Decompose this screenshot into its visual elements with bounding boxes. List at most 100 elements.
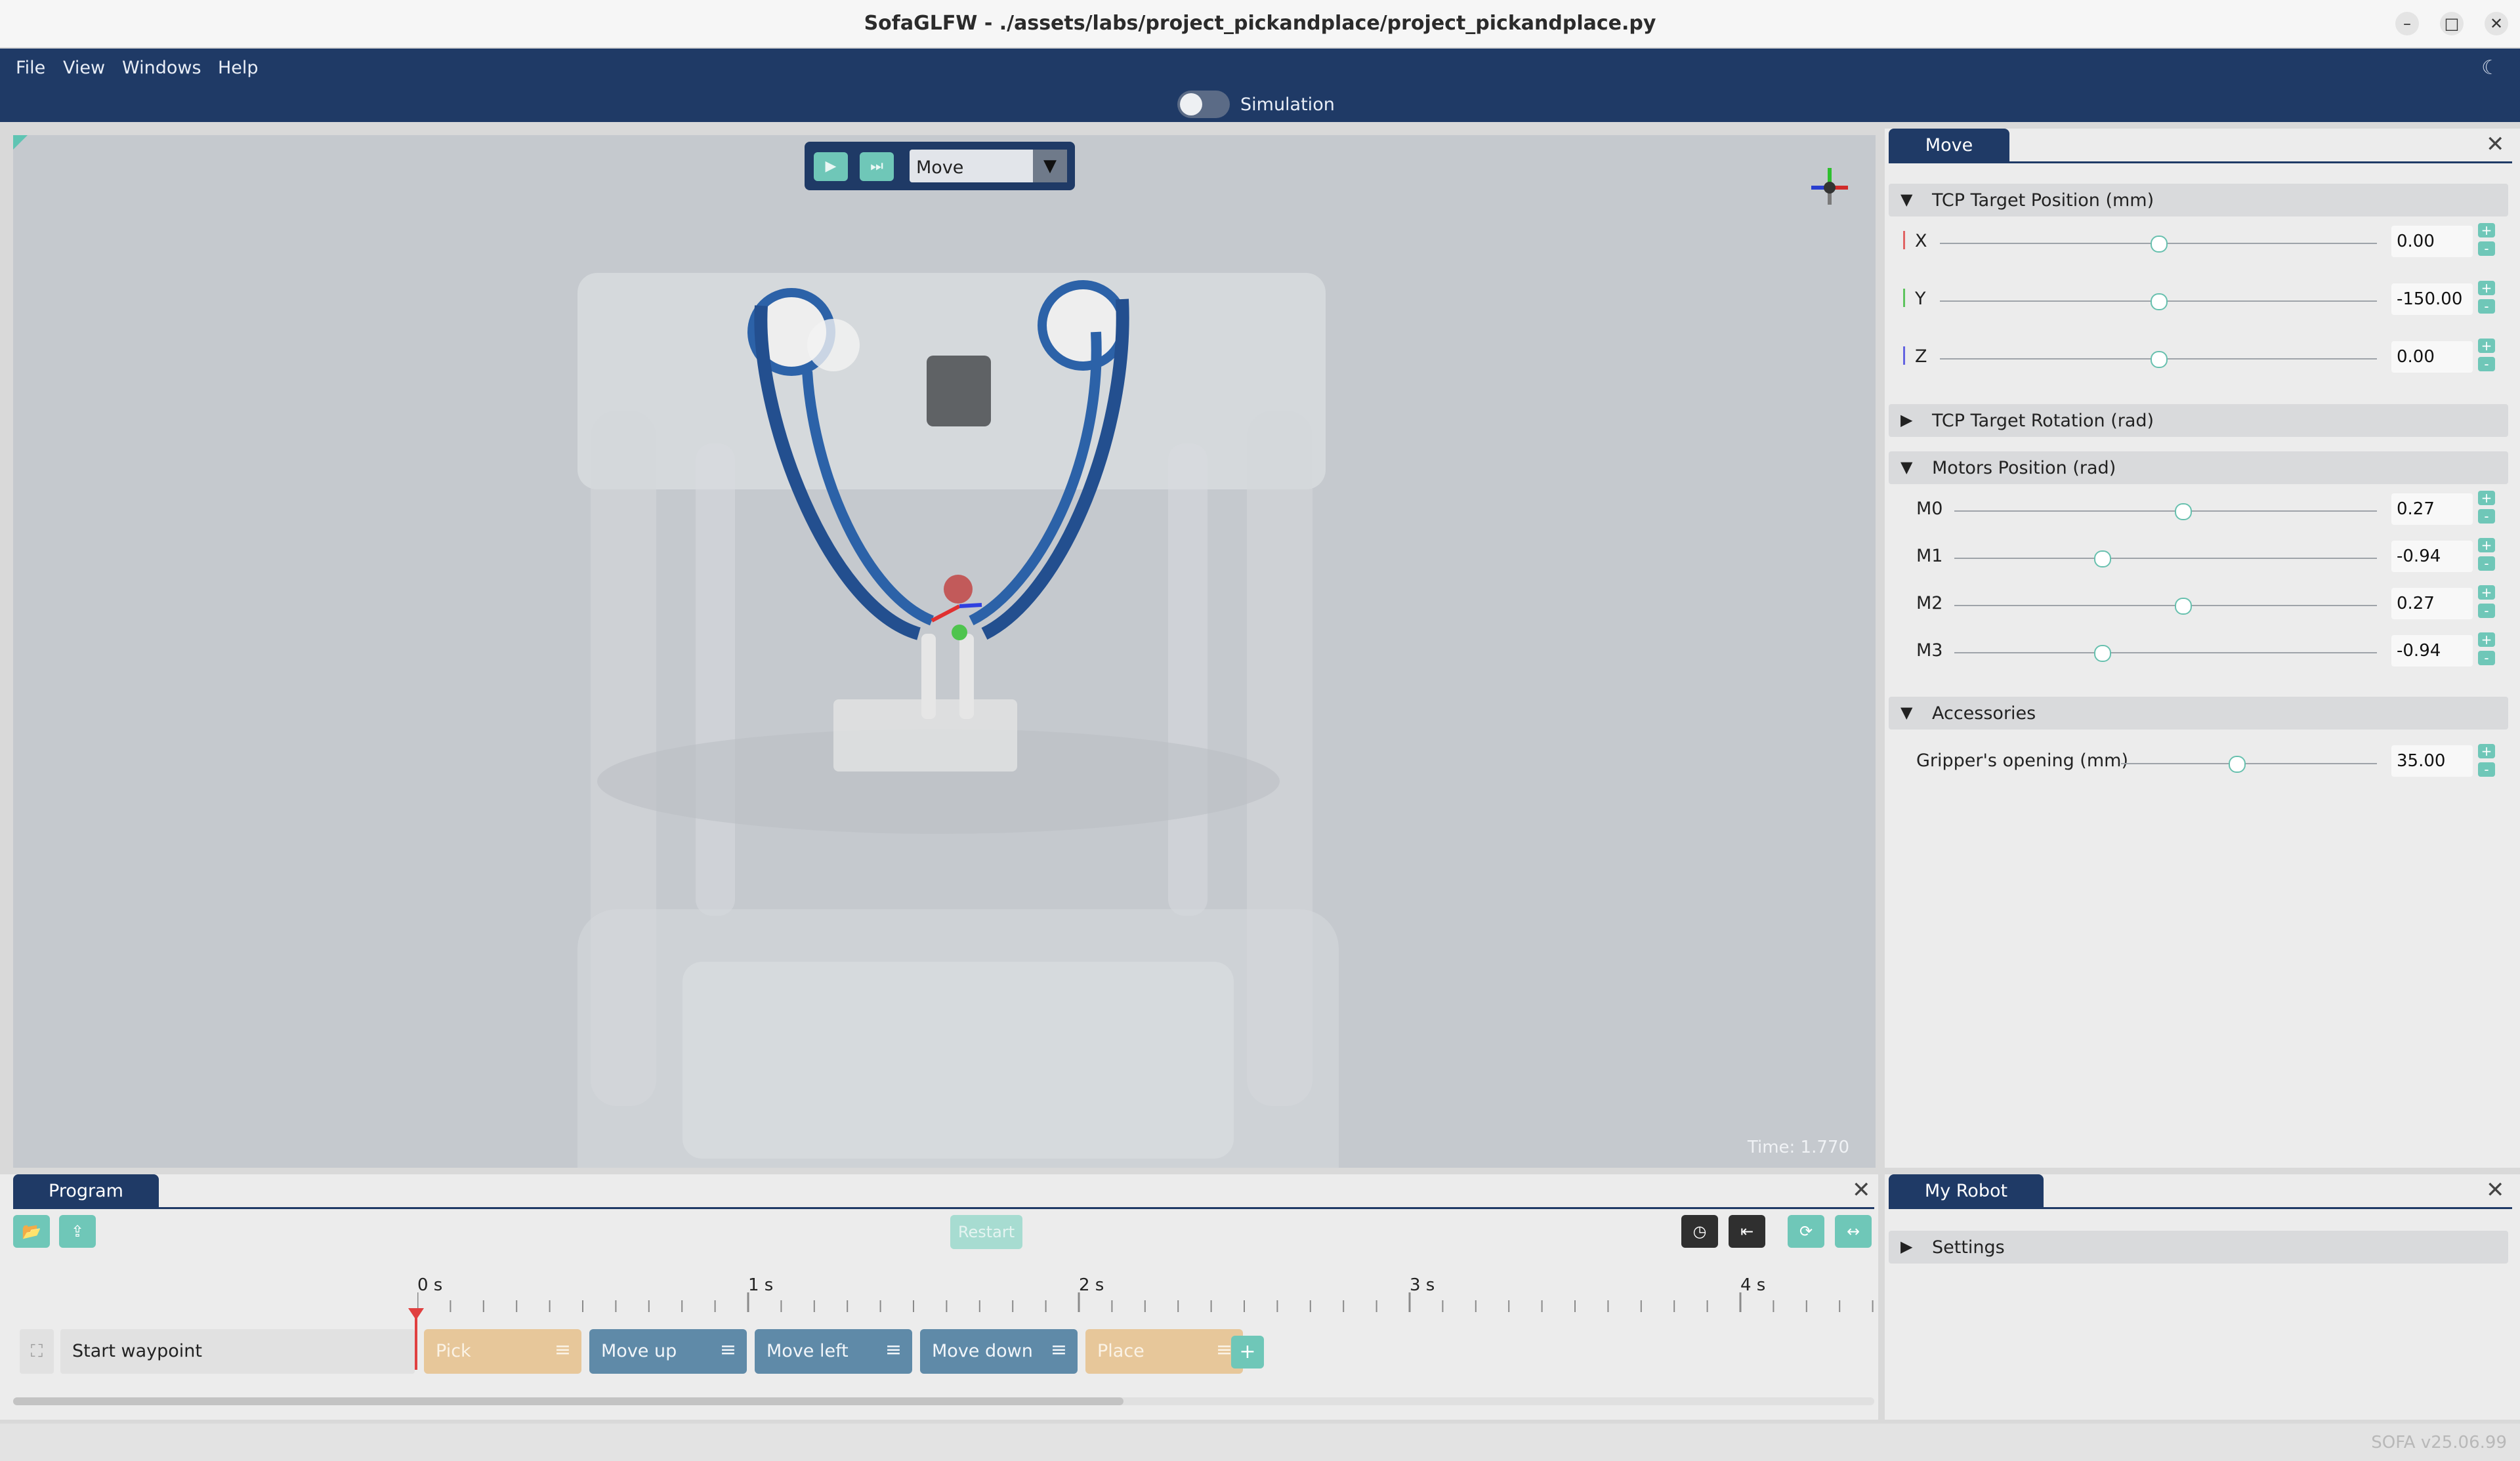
pulley-right <box>1038 280 1128 371</box>
menu-view[interactable]: View <box>63 58 105 78</box>
tcp-x-increment-button[interactable]: + <box>2478 223 2495 237</box>
block-label: Move left <box>766 1341 849 1361</box>
gripper-increment-button[interactable]: + <box>2478 744 2495 758</box>
motor-m0-slider[interactable] <box>1954 510 2377 512</box>
motor-m3-decrement-button[interactable]: - <box>2478 651 2495 665</box>
block-move-left[interactable]: Move left ≡ <box>755 1329 912 1374</box>
menu-help[interactable]: Help <box>218 58 259 78</box>
hamburger-icon[interactable]: ≡ <box>555 1338 571 1361</box>
close-window-button[interactable]: ✕ <box>2485 12 2508 35</box>
tab-program[interactable]: Program <box>13 1174 159 1208</box>
motor-m1-input[interactable]: -0.94 <box>2391 541 2473 572</box>
tcp-y-increment-button[interactable]: + <box>2478 281 2495 295</box>
add-block-button[interactable]: + <box>1231 1336 1264 1368</box>
section-tcp-position[interactable]: ▼ TCP Target Position (mm) <box>1889 184 2508 216</box>
gripper-decrement-button[interactable]: - <box>2478 762 2495 777</box>
minimize-button[interactable]: – <box>2395 12 2419 35</box>
tcp-x-input[interactable]: 0.00 <box>2391 226 2473 257</box>
gripper-label: Gripper's opening (mm) <box>1916 751 2128 771</box>
motor-m2-decrement-button[interactable]: - <box>2478 604 2495 618</box>
motor-m3-slider[interactable] <box>1954 652 2377 653</box>
tab-move[interactable]: Move <box>1889 129 2009 163</box>
motor-m0-increment-button[interactable]: + <box>2478 491 2495 505</box>
timeline-ruler[interactable] <box>417 1292 1874 1312</box>
motor-m2-slider[interactable] <box>1954 605 2377 606</box>
hamburger-icon[interactable]: ≡ <box>1051 1338 1067 1361</box>
repeat-icon[interactable]: ⟳ <box>1788 1215 1824 1248</box>
section-label: TCP Target Position (mm) <box>1932 190 2154 211</box>
close-icon[interactable]: ✕ <box>2486 131 2505 157</box>
motor-m1-slider[interactable] <box>1954 558 2377 559</box>
motor-m3-slider-knob[interactable] <box>2094 645 2112 662</box>
expand-icon[interactable]: ⛶ <box>20 1329 54 1374</box>
motor-m2-slider-knob[interactable] <box>2174 598 2192 615</box>
start-waypoint[interactable]: Start waypoint <box>60 1329 415 1374</box>
step-icon[interactable]: ⏭ <box>860 152 894 181</box>
maximize-button[interactable]: □ <box>2440 12 2464 35</box>
menu-file[interactable]: File <box>16 58 45 78</box>
tcp-z-slider-knob[interactable] <box>2151 351 2168 368</box>
moon-icon[interactable]: ☾ <box>2481 56 2499 79</box>
tcp-z-input[interactable]: 0.00 <box>2391 341 2473 373</box>
motor-m2-label: M2 <box>1916 593 1943 613</box>
target-red-sphere <box>944 575 973 604</box>
motor-m2-input[interactable]: 0.27 <box>2391 588 2473 619</box>
section-label: Settings <box>1932 1237 2005 1258</box>
tcp-y-slider-knob[interactable] <box>2151 293 2168 310</box>
scrollbar-thumb[interactable] <box>13 1397 1124 1405</box>
close-icon[interactable]: ✕ <box>2486 1177 2505 1203</box>
block-pick[interactable]: Pick ≡ <box>424 1329 581 1374</box>
target-green-sphere <box>952 625 967 640</box>
horizontal-scrollbar[interactable] <box>13 1397 1874 1405</box>
hamburger-icon[interactable]: ≡ <box>720 1338 736 1361</box>
hamburger-icon[interactable]: ≡ <box>885 1338 902 1361</box>
tcp-x-slider-knob[interactable] <box>2151 236 2168 253</box>
simulation-toggle[interactable] <box>1177 91 1230 118</box>
motor-m0-decrement-button[interactable]: - <box>2478 509 2495 524</box>
open-folder-icon[interactable]: 📂 <box>13 1215 50 1248</box>
start-waypoint-label: Start waypoint <box>72 1341 203 1361</box>
block-move-up[interactable]: Move up ≡ <box>589 1329 747 1374</box>
mode-value: Move <box>916 157 964 178</box>
motor-m3-increment-button[interactable]: + <box>2478 632 2495 647</box>
tcp-z-increment-button[interactable]: + <box>2478 339 2495 353</box>
menu-windows[interactable]: Windows <box>122 58 201 78</box>
motor-m0-input[interactable]: 0.27 <box>2391 493 2473 525</box>
restart-button[interactable]: Restart <box>950 1215 1022 1249</box>
motor-m1-slider-knob[interactable] <box>2094 550 2112 567</box>
mode-select[interactable]: Move ▼ <box>910 150 1067 182</box>
tcp-y-decrement-button[interactable]: - <box>2478 299 2495 314</box>
section-label: Accessories <box>1932 703 2036 724</box>
gripper-slider-knob[interactable] <box>2228 756 2246 773</box>
gripper-slider[interactable] <box>2121 763 2377 764</box>
motor-m1-increment-button[interactable]: + <box>2478 538 2495 552</box>
tcp-x-decrement-button[interactable]: - <box>2478 241 2495 256</box>
export-icon[interactable]: ⇪ <box>59 1215 96 1248</box>
clock-icon[interactable]: ◷ <box>1681 1215 1718 1248</box>
tcp-y-input[interactable]: -150.00 <box>2391 283 2473 315</box>
motor-m0-slider-knob[interactable] <box>2174 503 2192 520</box>
3d-viewport[interactable]: ▶ ⏭ Move ▼ Time: 1.770 <box>13 135 1876 1168</box>
tcp-z-decrement-button[interactable]: - <box>2478 357 2495 371</box>
hamburger-icon[interactable]: ≡ <box>1216 1338 1232 1361</box>
expand-horizontal-icon[interactable]: ↔ <box>1835 1215 1872 1248</box>
motor-m1-decrement-button[interactable]: - <box>2478 556 2495 571</box>
chevron-down-icon[interactable]: ▼ <box>1033 150 1067 182</box>
orientation-gizmo-icon <box>1811 168 1848 205</box>
section-tcp-rotation[interactable]: ▶ TCP Target Rotation (rad) <box>1889 404 2508 437</box>
jump-icon[interactable]: ⇤ <box>1729 1215 1765 1248</box>
play-icon[interactable]: ▶ <box>814 152 848 181</box>
status-bar: SOFA v25.06.99 <box>0 1424 2520 1461</box>
tab-my-robot[interactable]: My Robot <box>1889 1174 2044 1208</box>
triangle-down-icon: ▼ <box>1900 190 1913 209</box>
section-motors-position[interactable]: ▼ Motors Position (rad) <box>1889 451 2508 484</box>
section-settings[interactable]: ▶ Settings <box>1889 1231 2508 1264</box>
section-accessories[interactable]: ▼ Accessories <box>1889 697 2508 730</box>
close-icon[interactable]: ✕ <box>1852 1177 1871 1203</box>
motor-m3-input[interactable]: -0.94 <box>2391 635 2473 667</box>
block-move-down[interactable]: Move down ≡ <box>920 1329 1078 1374</box>
axis-color-marker <box>1903 346 1905 365</box>
motor-m2-increment-button[interactable]: + <box>2478 585 2495 600</box>
gripper-input[interactable]: 35.00 <box>2391 745 2473 777</box>
block-place[interactable]: Place ≡ <box>1085 1329 1243 1374</box>
